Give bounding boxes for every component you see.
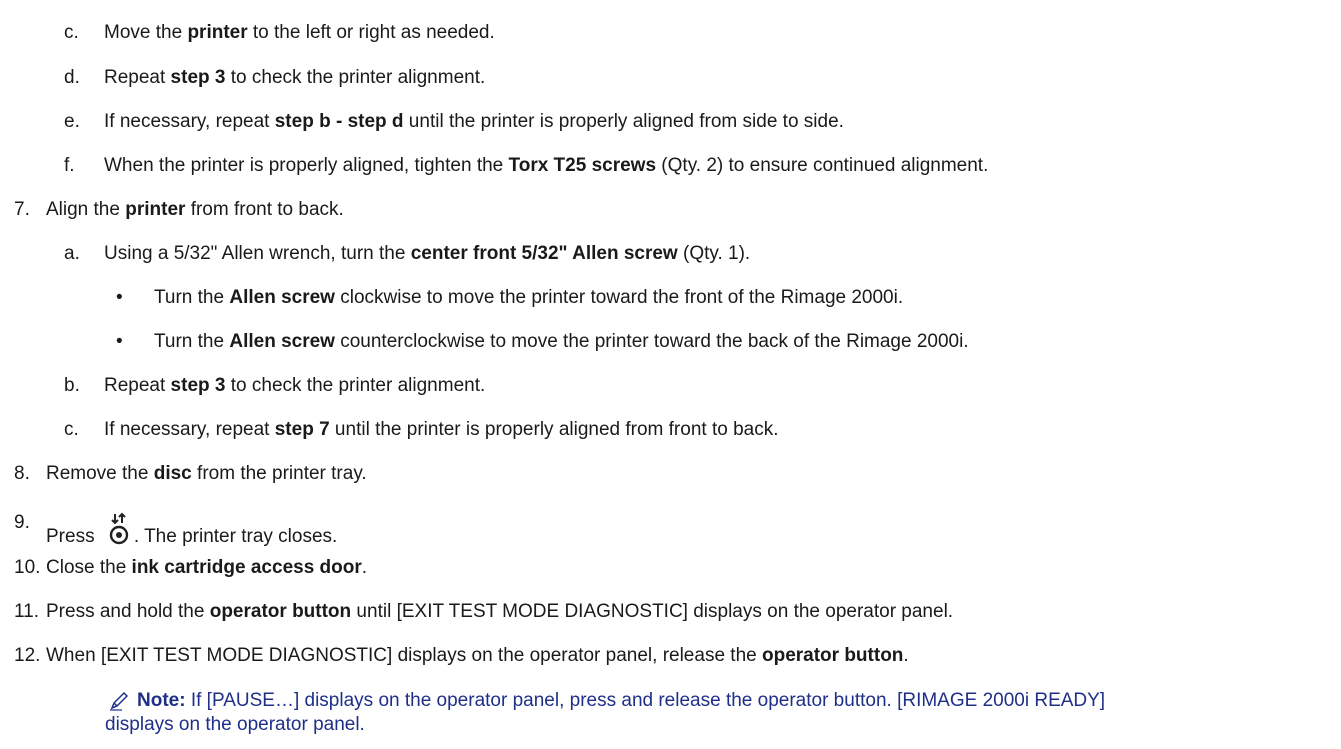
- text-run: Repeat: [104, 375, 171, 396]
- bold-term: step 7: [274, 419, 330, 440]
- text-run: .: [361, 557, 368, 578]
- step-number: c.: [64, 419, 79, 440]
- step-text: Repeat step 3 to check the printer align…: [104, 375, 485, 397]
- bold-term: step 3: [170, 375, 226, 396]
- text-run: Remove the: [46, 463, 154, 484]
- step-number: a.: [64, 243, 80, 264]
- step-number: 7.: [14, 199, 30, 220]
- bullet-marker: •: [116, 331, 123, 352]
- bullet-marker: •: [116, 287, 123, 308]
- step-text: Press . The printer tray closes.: [46, 512, 337, 548]
- step-number: 11.: [14, 601, 40, 622]
- step-number: 10.: [14, 557, 41, 578]
- bold-term: Torx T25 screws: [508, 155, 657, 176]
- bold-term: operator button: [209, 601, 352, 622]
- text-run: Press: [46, 526, 100, 547]
- text-run: from front to back.: [185, 199, 344, 220]
- step-number: d.: [64, 67, 80, 88]
- text-run: counterclockwise to move the printer tow…: [334, 331, 969, 352]
- text-run: When the printer is properly aligned, ti…: [104, 155, 509, 176]
- text-run: from the printer tray.: [191, 463, 367, 484]
- note-label: Note:: [137, 690, 186, 711]
- step-text: Remove the disc from the printer tray.: [46, 463, 367, 485]
- text-run: until [EXIT TEST MODE DIAGNOSTIC] displa…: [351, 601, 954, 622]
- step-text: If necessary, repeat step b - step d unt…: [104, 111, 844, 133]
- step-text: When [EXIT TEST MODE DIAGNOSTIC] display…: [46, 645, 909, 667]
- step-number: c.: [64, 22, 79, 43]
- step-text: Repeat step 3 to check the printer align…: [104, 67, 485, 89]
- step-text: Press and hold the operator button until…: [46, 601, 953, 623]
- step-number: 9.: [14, 512, 30, 533]
- step-number: 12.: [14, 645, 41, 666]
- text-run: Using a 5/32" Allen wrench, turn the: [104, 243, 411, 264]
- step-number: b.: [64, 375, 80, 396]
- step-text: When the printer is properly aligned, ti…: [104, 155, 988, 177]
- bold-term: step b - step d: [274, 111, 404, 132]
- text-run: to check the printer alignment.: [225, 375, 486, 396]
- step-text: Turn the Allen screw counterclockwise to…: [154, 331, 969, 353]
- step-text: Using a 5/32" Allen wrench, turn the cen…: [104, 243, 750, 265]
- text-run: Align the: [46, 199, 126, 220]
- step-number: f.: [64, 155, 75, 176]
- step-text: Align the printer from front to back.: [46, 199, 344, 221]
- bold-term: printer: [125, 199, 186, 220]
- bold-term: operator button: [761, 645, 904, 666]
- text-run: If necessary, repeat: [104, 111, 275, 132]
- step-text: Move the printer to the left or right as…: [104, 22, 495, 44]
- note-line-1: Note: If [PAUSE…] displays on the operat…: [137, 690, 1105, 712]
- text-run: . The printer tray closes.: [133, 526, 338, 547]
- note-text: If [PAUSE…] displays on the operator pan…: [185, 690, 1106, 711]
- text-run: .: [903, 645, 909, 666]
- step-number: e.: [64, 111, 80, 132]
- step-text: Close the ink cartridge access door.: [46, 557, 367, 579]
- text-run: Press and hold the: [46, 601, 210, 622]
- text-run: Turn the: [154, 287, 230, 308]
- text-run: (Qty. 2) to ensure continued alignment.: [656, 155, 989, 176]
- step-text: Turn the Allen screw clockwise to move t…: [154, 287, 903, 309]
- bold-term: Allen screw: [229, 287, 335, 308]
- bold-term: Allen screw: [229, 331, 335, 352]
- text-run: until the printer is properly aligned fr…: [329, 419, 779, 440]
- step-text: If necessary, repeat step 7 until the pr…: [104, 419, 779, 441]
- bold-term: disc: [153, 463, 192, 484]
- bold-term: step 3: [170, 67, 226, 88]
- text-run: to the left or right as needed.: [247, 22, 495, 43]
- text-run: Move the: [104, 22, 188, 43]
- text-run: to check the printer alignment.: [225, 67, 486, 88]
- bold-term: center front 5/32" Allen screw: [410, 243, 678, 264]
- text-run: until the printer is properly aligned fr…: [403, 111, 844, 132]
- step-number: 8.: [14, 463, 30, 484]
- tray-eject-icon: [106, 512, 132, 546]
- text-run: When [EXIT TEST MODE DIAGNOSTIC] display…: [46, 645, 762, 666]
- text-run: Close the: [46, 557, 132, 578]
- note-line-2: displays on the operator panel.: [105, 714, 365, 735]
- text-run: Turn the: [154, 331, 230, 352]
- bold-term: printer: [187, 22, 248, 43]
- bold-term: ink cartridge access door: [131, 557, 362, 578]
- text-run: (Qty. 1).: [677, 243, 751, 264]
- text-run: If necessary, repeat: [104, 419, 275, 440]
- text-run: Repeat: [104, 67, 171, 88]
- text-run: clockwise to move the printer toward the…: [334, 287, 904, 308]
- pencil-note-icon: [108, 690, 130, 712]
